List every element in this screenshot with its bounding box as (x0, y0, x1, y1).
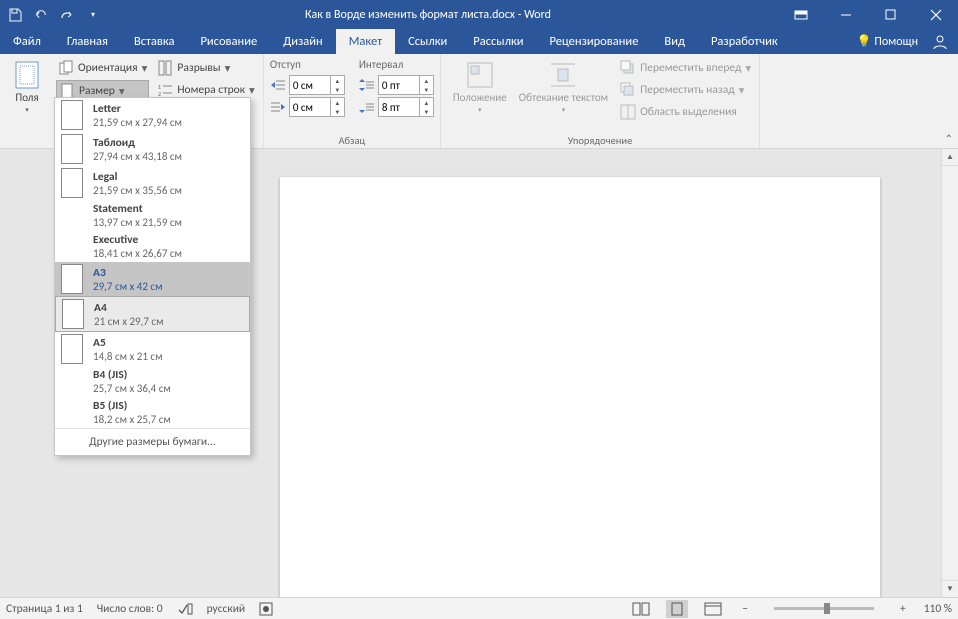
page-icon (61, 264, 83, 294)
tab-mailings[interactable]: Рассылки (460, 29, 536, 54)
qat-customize-icon[interactable]: ▾ (86, 8, 100, 22)
more-paper-sizes[interactable]: Другие размеры бумаги... (55, 428, 250, 455)
wrap-text-button[interactable]: Обтекание текстом▾ (513, 56, 614, 118)
tab-design[interactable]: Дизайн (270, 29, 336, 54)
tell-me-icon[interactable]: 💡 Помощн (857, 34, 918, 49)
send-backward-button[interactable]: Переместить назад▾ (618, 80, 753, 100)
indent-right-input[interactable]: ▲▼ (289, 97, 345, 117)
margins-button[interactable]: Поля ▾ (6, 56, 48, 118)
status-bar: Страница 1 из 1 Число слов: 0 русский − … (0, 597, 958, 619)
page-icon (61, 100, 83, 130)
space-before-icon (359, 78, 375, 92)
page-icon (61, 334, 83, 364)
space-after-input[interactable]: ▲▼ (378, 97, 434, 117)
size-option-letter[interactable]: Letter21,59 см x 27,94 см (55, 98, 250, 132)
status-language[interactable]: русский (207, 602, 246, 616)
macro-icon[interactable] (259, 602, 273, 616)
bring-forward-button[interactable]: Переместить вперед▾ (618, 58, 753, 78)
size-option-statement[interactable]: Statement13,97 см x 21,59 см (55, 200, 250, 231)
space-after-icon (359, 100, 375, 114)
save-icon[interactable] (8, 8, 22, 22)
zoom-slider[interactable] (774, 607, 874, 610)
redo-icon[interactable] (60, 8, 74, 22)
print-layout-icon[interactable] (666, 600, 688, 618)
web-layout-icon[interactable] (702, 600, 724, 618)
selection-pane-button[interactable]: Область выделения (618, 102, 753, 122)
group-arrange-label: Упорядочение (447, 132, 753, 148)
indent-label: Отступ (270, 58, 345, 71)
tab-references[interactable]: Ссылки (395, 29, 460, 54)
quick-access-toolbar: ▾ (0, 8, 108, 22)
title-bar: ▾ Как в Ворде изменить формат листа.docx… (0, 0, 958, 29)
collapse-ribbon-icon[interactable]: ⌃ (945, 132, 953, 145)
group-paragraph-label: Абзац (270, 132, 434, 148)
ribbon-display-icon[interactable] (778, 0, 823, 29)
tab-home[interactable]: Главная (54, 29, 121, 54)
size-option-b5-jis-[interactable]: B5 (JIS)18,2 см x 25,7 см (55, 397, 250, 428)
size-option-executive[interactable]: Executive18,41 см x 26,67 см (55, 231, 250, 262)
maximize-button[interactable] (868, 0, 913, 29)
indent-right-icon (270, 100, 286, 114)
size-option--[interactable]: Таблоид27,94 см x 43,18 см (55, 132, 250, 166)
indent-left-icon (270, 78, 286, 92)
size-option-a5[interactable]: A514,8 см x 21 см (55, 332, 250, 366)
document-page[interactable] (280, 177, 880, 597)
breaks-button[interactable]: Разрывы▾ (155, 58, 256, 78)
orientation-button[interactable]: Ориентация▾ (56, 58, 149, 78)
help-area: 💡 Помощн (847, 29, 958, 54)
page-icon (62, 299, 84, 329)
close-button[interactable] (913, 0, 958, 29)
zoom-out-button[interactable]: − (738, 602, 752, 616)
tab-review[interactable]: Рецензирование (537, 29, 652, 54)
tab-layout[interactable]: Макет (336, 29, 395, 54)
read-mode-icon[interactable] (630, 600, 652, 618)
undo-icon[interactable] (34, 8, 48, 22)
size-option-b4-jis-[interactable]: B4 (JIS)25,7 см x 36,4 см (55, 366, 250, 397)
space-before-input[interactable]: ▲▼ (378, 75, 434, 95)
indent-left-input[interactable]: ▲▼ (289, 75, 345, 95)
minimize-button[interactable] (823, 0, 868, 29)
window-title: Как в Ворде изменить формат листа.docx -… (108, 8, 778, 22)
size-option-a4[interactable]: A421 см x 29,7 см (55, 296, 250, 332)
vertical-scrollbar[interactable]: ▲ ▼ (941, 149, 958, 597)
tab-developer[interactable]: Разработчик (698, 29, 791, 54)
ribbon-tabs: Файл Главная Вставка Рисование Дизайн Ма… (0, 29, 958, 54)
position-button[interactable]: Положение▾ (447, 56, 513, 118)
account-icon[interactable] (932, 34, 948, 50)
size-menu: Letter21,59 см x 27,94 смТаблоид27,94 см… (54, 97, 251, 456)
status-words[interactable]: Число слов: 0 (97, 602, 163, 616)
window-controls (778, 0, 958, 29)
tab-view[interactable]: Вид (651, 29, 698, 54)
tab-file[interactable]: Файл (0, 29, 54, 54)
page-icon (61, 134, 83, 164)
zoom-in-button[interactable]: + (896, 602, 910, 616)
page-icon (61, 168, 83, 198)
size-option-legal[interactable]: Legal21,59 см x 35,56 см (55, 166, 250, 200)
spellcheck-icon[interactable] (177, 602, 193, 616)
status-page[interactable]: Страница 1 из 1 (6, 602, 83, 616)
interval-label: Интервал (359, 58, 434, 71)
size-option-a3[interactable]: A329,7 см x 42 см (55, 262, 250, 296)
tab-draw[interactable]: Рисование (187, 29, 270, 54)
zoom-level[interactable]: 110 % (924, 602, 952, 616)
tab-insert[interactable]: Вставка (121, 29, 188, 54)
